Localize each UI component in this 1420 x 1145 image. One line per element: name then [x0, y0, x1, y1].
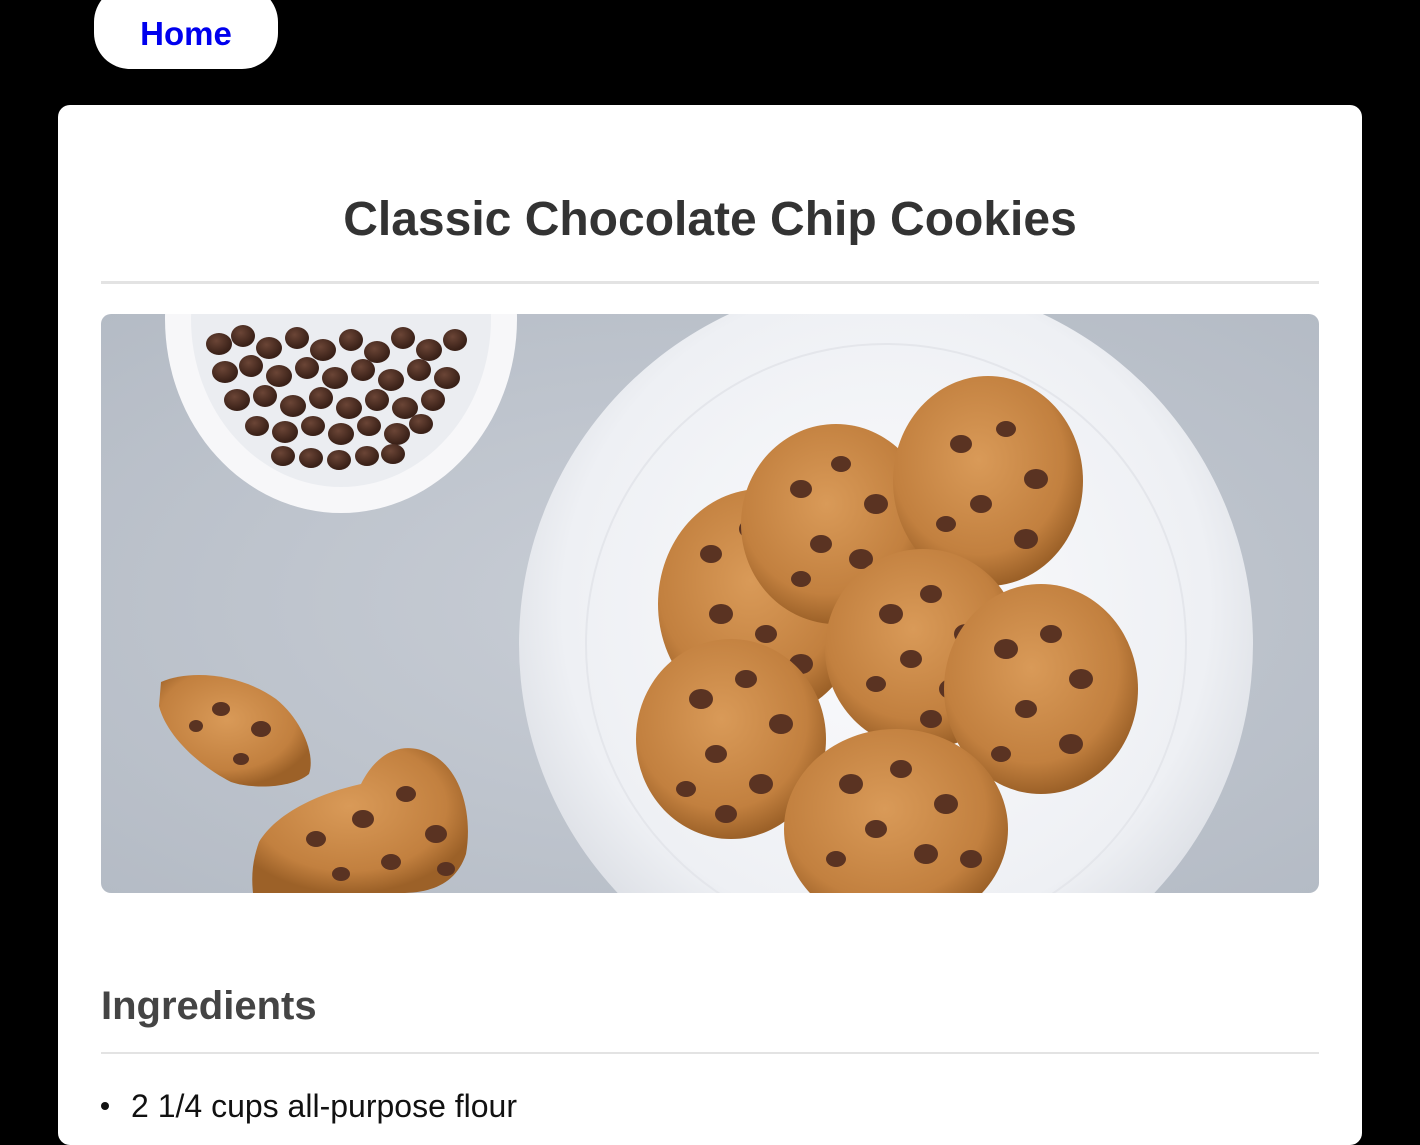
- ingredients-divider: [101, 1052, 1319, 1054]
- recipe-hero-image: [101, 314, 1319, 893]
- home-button[interactable]: Home: [94, 0, 278, 69]
- bullet-icon: [101, 1102, 109, 1110]
- ingredients-list: 2 1/4 cups all-purpose flour: [101, 1084, 517, 1128]
- top-navigation: Home: [0, 0, 1420, 105]
- ingredients-heading: Ingredients: [101, 984, 317, 1028]
- list-item: 2 1/4 cups all-purpose flour: [101, 1084, 517, 1128]
- ingredient-text: 2 1/4 cups all-purpose flour: [131, 1088, 517, 1124]
- recipe-title: Classic Chocolate Chip Cookies: [343, 193, 1077, 246]
- title-divider: [101, 281, 1319, 284]
